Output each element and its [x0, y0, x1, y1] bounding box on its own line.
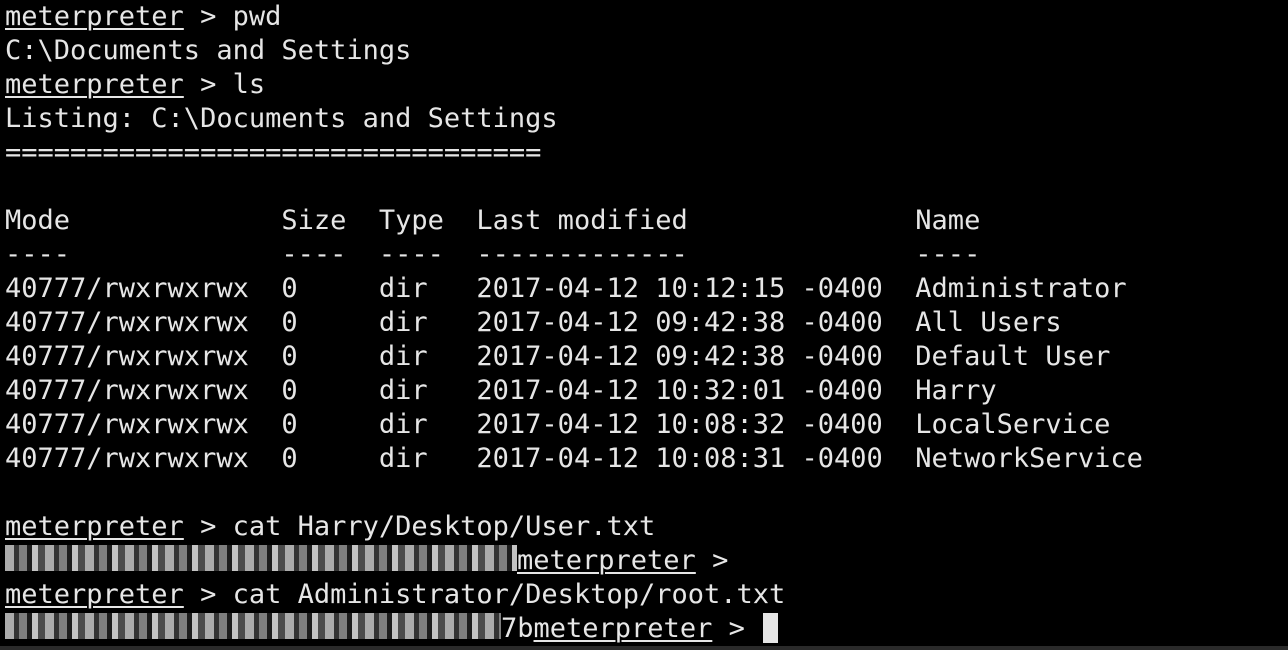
flag-tail-text: 7b [501, 613, 534, 644]
command-text: > ls [183, 69, 266, 100]
prompt-label: meterpreter [5, 1, 184, 32]
terminal-line-pwd-command: meterpreter > pwd [5, 0, 1288, 34]
prompt-label: meterpreter [5, 69, 184, 100]
window-bottom-edge [0, 646, 1288, 650]
redacted-flag-root [5, 613, 501, 639]
listing-row: 40777/rwxrwxrwx 0 dir 2017-04-12 10:08:3… [5, 442, 1288, 476]
text-cursor[interactable] [763, 613, 779, 643]
command-text: > cat Harry/Desktop/User.txt [183, 511, 656, 542]
prompt-label: meterpreter [5, 511, 184, 542]
output-text: ---- ---- ---- ------------- ---- [5, 239, 981, 270]
terminal-line-cat-root-command: meterpreter > cat Administrator/Desktop/… [5, 578, 1288, 612]
output-text: 40777/rwxrwxrwx 0 dir 2017-04-12 09:42:3… [5, 341, 1111, 372]
listing-row: 40777/rwxrwxrwx 0 dir 2017-04-12 09:42:3… [5, 306, 1288, 340]
command-text: > pwd [183, 1, 282, 32]
listing-header-underline: ---- ---- ---- ------------- ---- [5, 238, 1288, 272]
prompt-label: meterpreter [533, 613, 713, 644]
terminal-line-cat-user-command: meterpreter > cat Harry/Desktop/User.txt [5, 510, 1288, 544]
redacted-flag-user [5, 545, 517, 571]
terminal-line-pwd-output: C:\Documents and Settings [5, 34, 1288, 68]
prompt-label: meterpreter [5, 579, 184, 610]
terminal-line-ls-command: meterpreter > ls [5, 68, 1288, 102]
output-text: 40777/rwxrwxrwx 0 dir 2017-04-12 10:08:3… [5, 409, 1111, 440]
output-text: 40777/rwxrwxrwx 0 dir 2017-04-12 09:42:3… [5, 307, 1062, 338]
prompt-label: meterpreter [517, 545, 696, 576]
listing-header-row: Mode Size Type Last modified Name [5, 204, 1288, 238]
terminal-window[interactable]: meterpreter > pwd C:\Documents and Setti… [0, 0, 1288, 650]
terminal-line-root-flag-output[interactable]: 7bmeterpreter > [5, 612, 1288, 646]
listing-row: 40777/rwxrwxrwx 0 dir 2017-04-12 10:32:0… [5, 374, 1288, 408]
listing-row: 40777/rwxrwxrwx 0 dir 2017-04-12 10:08:3… [5, 408, 1288, 442]
output-text: 40777/rwxrwxrwx 0 dir 2017-04-12 10:12:1… [5, 273, 1127, 304]
listing-separator: ================================= [5, 136, 1288, 170]
command-text: > [712, 613, 762, 644]
output-text: ================================= [5, 137, 542, 168]
output-text: 40777/rwxrwxrwx 0 dir 2017-04-12 10:08:3… [5, 443, 1143, 474]
output-text: 40777/rwxrwxrwx 0 dir 2017-04-12 10:32:0… [5, 375, 997, 406]
listing-row: 40777/rwxrwxrwx 0 dir 2017-04-12 10:12:1… [5, 272, 1288, 306]
output-text: Listing: C:\Documents and Settings [5, 103, 558, 134]
listing-row: 40777/rwxrwxrwx 0 dir 2017-04-12 09:42:3… [5, 340, 1288, 374]
command-text: > [695, 545, 729, 576]
output-text: C:\Documents and Settings [5, 35, 412, 66]
command-text: > cat Administrator/Desktop/root.txt [183, 579, 786, 610]
terminal-line-user-flag-output: meterpreter > [5, 544, 1288, 578]
output-text: Mode Size Type Last modified Name [5, 205, 981, 236]
listing-title: Listing: C:\Documents and Settings [5, 102, 1288, 136]
